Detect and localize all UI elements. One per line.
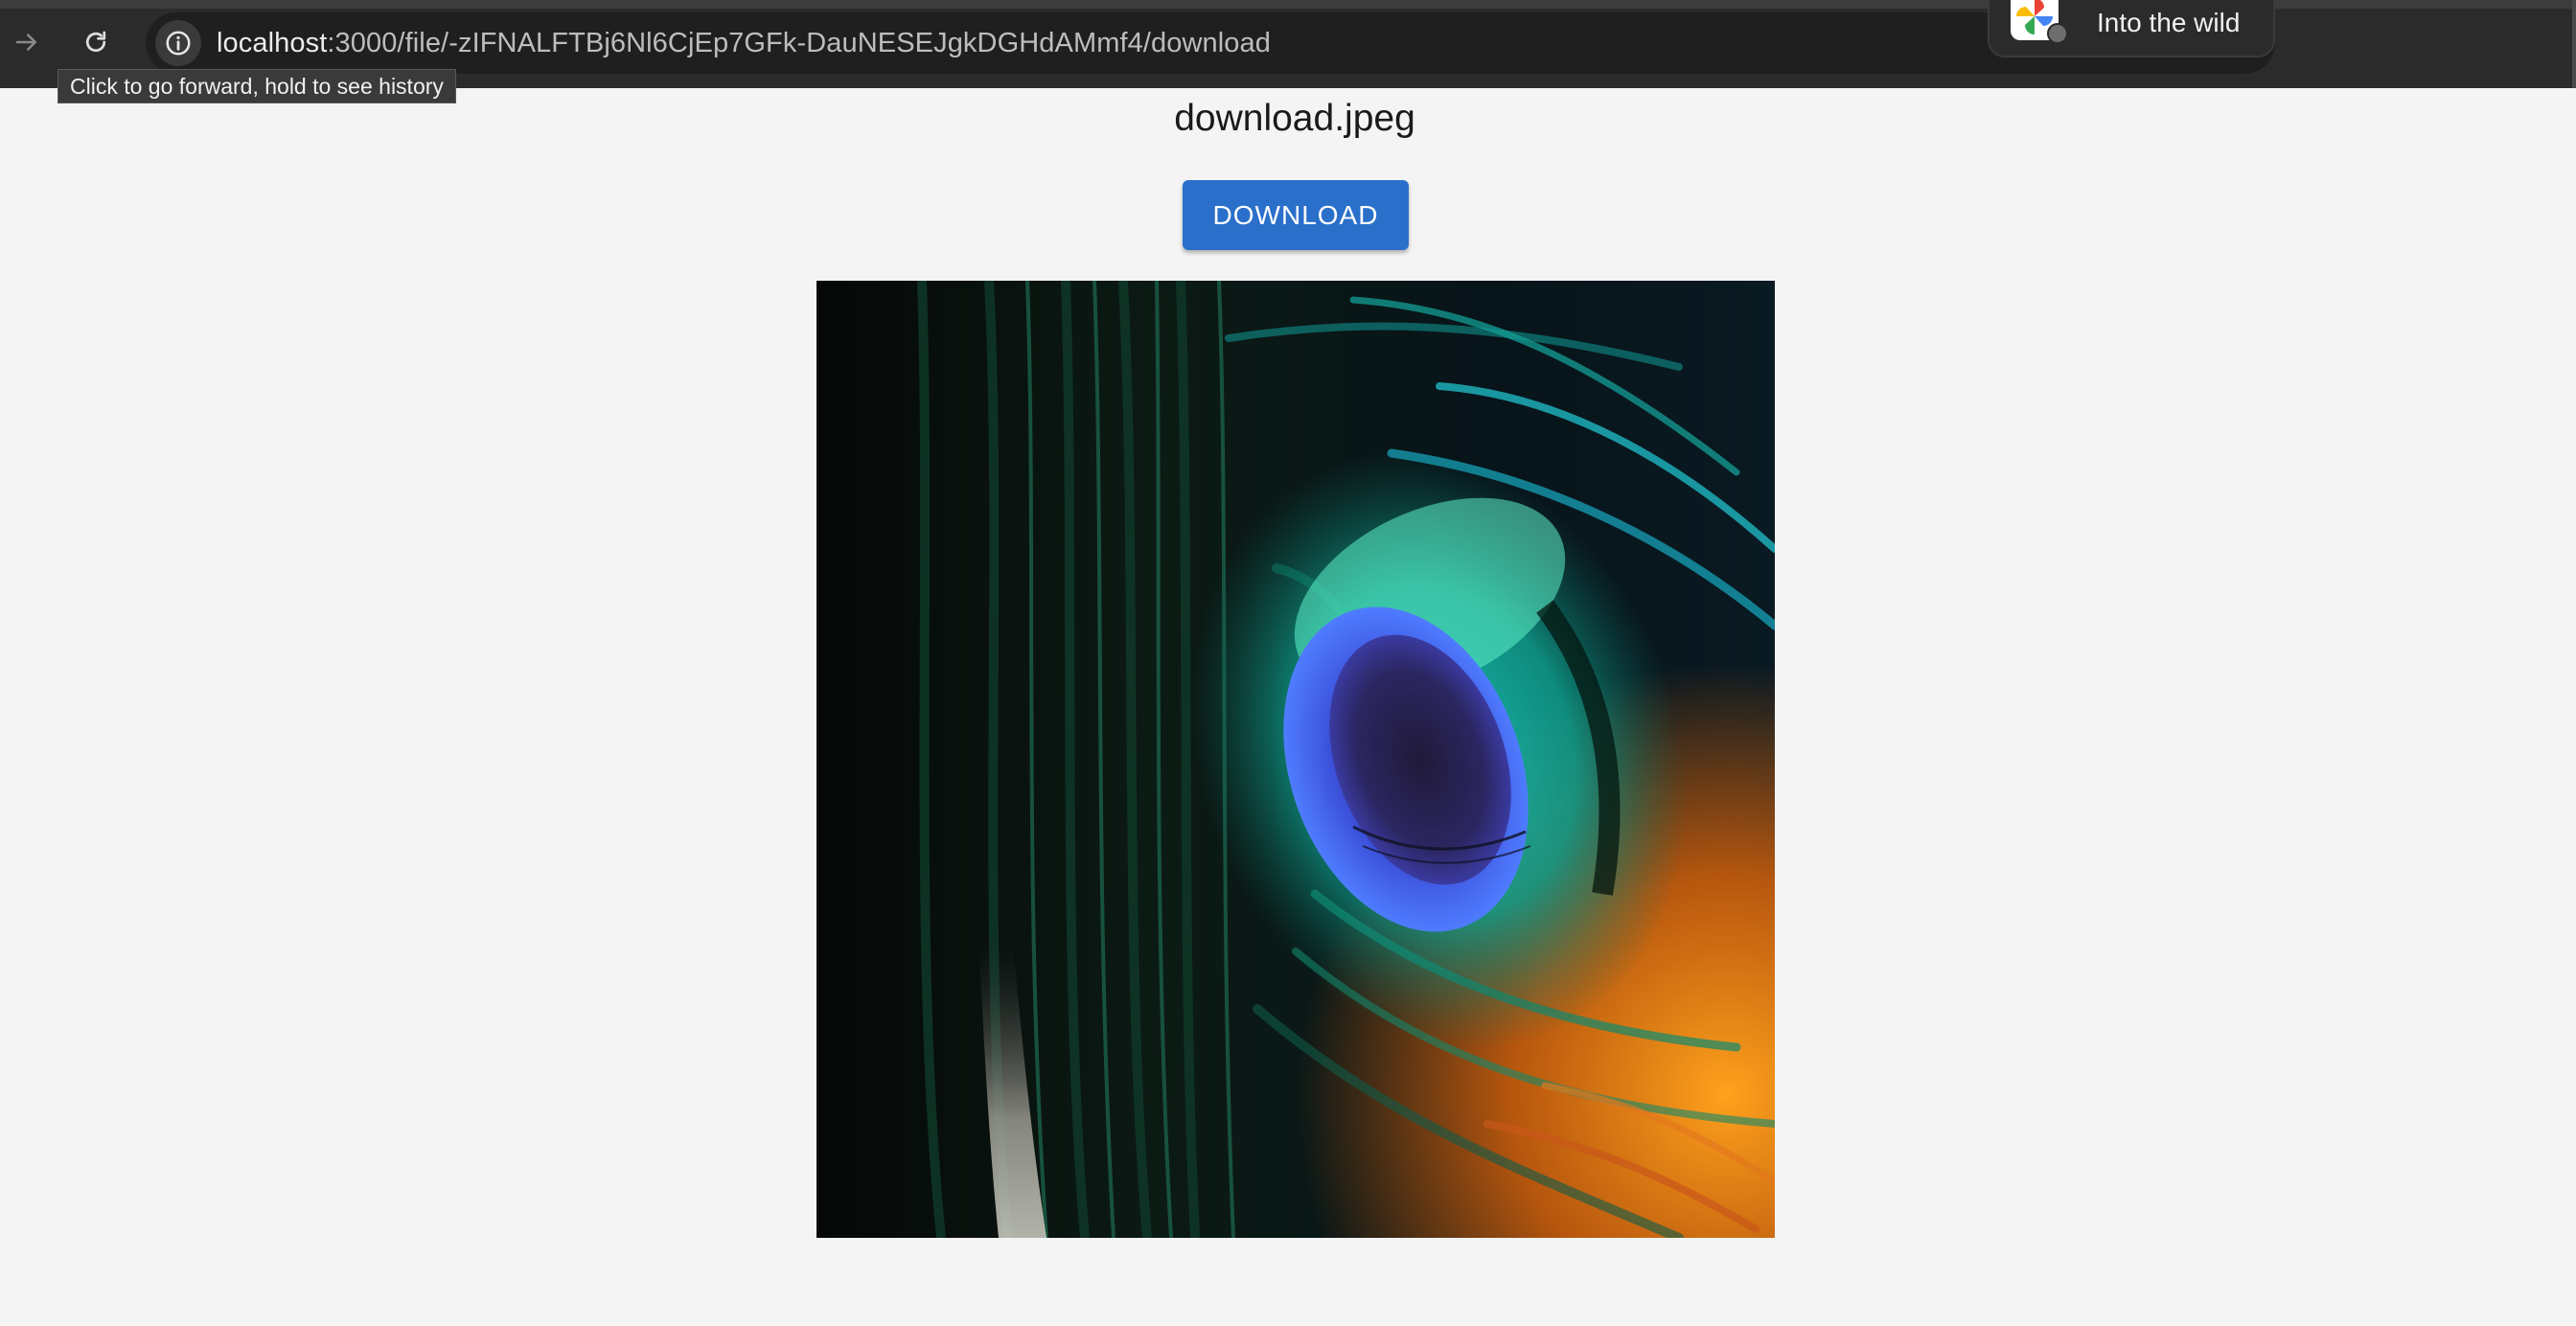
forward-tooltip: Click to go forward, hold to see history <box>58 69 456 103</box>
toolbar-edge <box>2572 0 2576 88</box>
reload-button[interactable] <box>69 15 123 69</box>
address-bar[interactable]: localhost:3000/file/-zIFNALFTBj6Nl6CjEp7… <box>146 12 2275 74</box>
forward-button[interactable] <box>0 15 54 69</box>
peacock-feather-image <box>816 281 1775 1238</box>
url-path: :3000/file/-zIFNALFTBj6Nl6CjEp7GFk-DauNE… <box>327 28 1271 58</box>
info-icon <box>166 31 191 56</box>
forward-arrow-icon <box>15 34 36 51</box>
download-button[interactable]: DOWNLOAD <box>1183 180 1409 250</box>
url-host: localhost <box>217 28 328 58</box>
image-preview <box>816 281 1775 1238</box>
notification-text: Into the wild <box>2097 8 2241 37</box>
reload-icon <box>85 31 106 53</box>
url-text[interactable]: localhost:3000/file/-zIFNALFTBj6Nl6CjEp7… <box>217 26 1271 60</box>
site-info-button[interactable] <box>155 20 201 66</box>
notification-popup[interactable]: Into the wild <box>1988 0 2275 57</box>
notification-badge <box>2047 23 2068 44</box>
